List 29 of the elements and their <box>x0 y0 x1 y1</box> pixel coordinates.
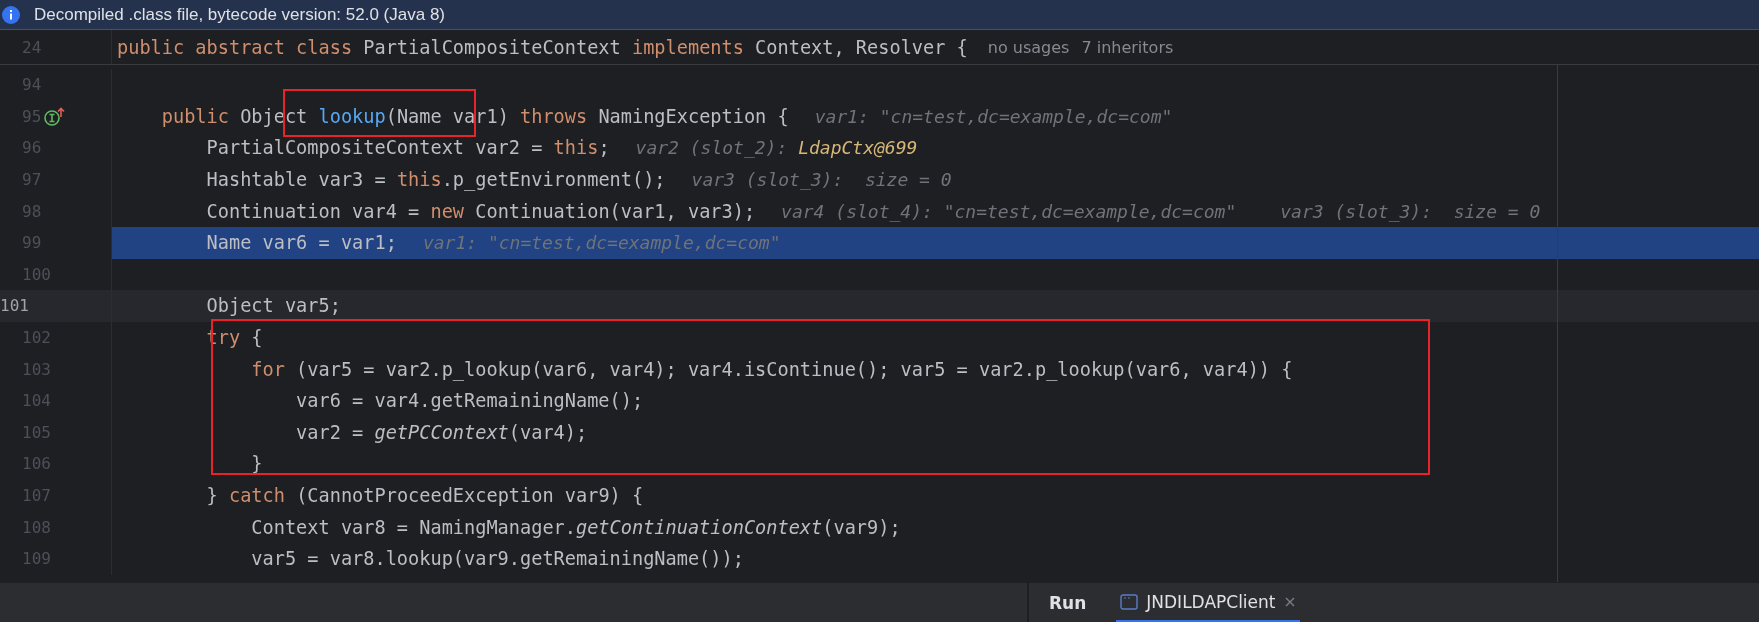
panel-title: Run <box>1049 592 1087 613</box>
inlay-hint: var1: "cn=test,dc=example,dc=com" <box>422 232 781 254</box>
banner-text: Decompiled .class file, bytecode version: 52.0 (Java 8) <box>34 4 446 25</box>
run-tab[interactable]: JNDILDAPClient <box>1116 583 1300 622</box>
code-line: Context var8 = NamingManager.getContinuationContext(var9); <box>250 516 901 538</box>
inlay-hint: var2 (slot_2): LdapCtx@699 <box>635 137 918 159</box>
usage-hint[interactable]: no usages <box>987 37 1070 57</box>
code-line: } <box>250 453 263 475</box>
code-line: Name var6 = var1; <box>205 232 397 254</box>
code-line: for (var5 = var2.p_lookup(var6, var4); var4.isContinue(); var5 = var2.p_lookup(var6, var4)) { <box>250 358 1293 380</box>
code-line: var2 = getPCContext(var4); <box>295 421 588 443</box>
code-line: var5 = var8.lookup(var9.getRemainingName()); <box>250 548 744 570</box>
inlay-hint: var3 (slot_3): size = 0 <box>691 169 952 191</box>
code-line: Object var5; <box>205 295 341 317</box>
info-icon <box>2 5 20 24</box>
code-line: var6 = var4.getRemainingName(); <box>295 390 644 412</box>
inlay-hint: var4 (slot_4): "cn=test,dc=example,dc=com" <box>781 200 1237 222</box>
window-icon <box>1120 593 1139 610</box>
code-line: public abstract class PartialCompositeContext implements Context, Resolver { <box>117 36 968 58</box>
close-icon[interactable] <box>1283 595 1296 608</box>
line-number: 101 <box>0 296 29 316</box>
inlay-hint: var3 (slot_3): size = 0 <box>1280 200 1541 222</box>
code-line: Hashtable var3 = this.p_getEnvironment(); <box>205 169 666 191</box>
usage-hint[interactable]: 7 inheritors <box>1081 37 1174 57</box>
code-line: Continuation var4 = new Continuation(var1, var3); <box>205 200 756 222</box>
inlay-hint: var1: "cn=test,dc=example,dc=com" <box>814 105 1173 127</box>
code-line: PartialCompositeContext var2 = this; <box>205 137 610 159</box>
implementation-marker-icon[interactable] <box>44 106 66 127</box>
code-line: } catch (CannotProceedException var9) { <box>205 485 644 506</box>
